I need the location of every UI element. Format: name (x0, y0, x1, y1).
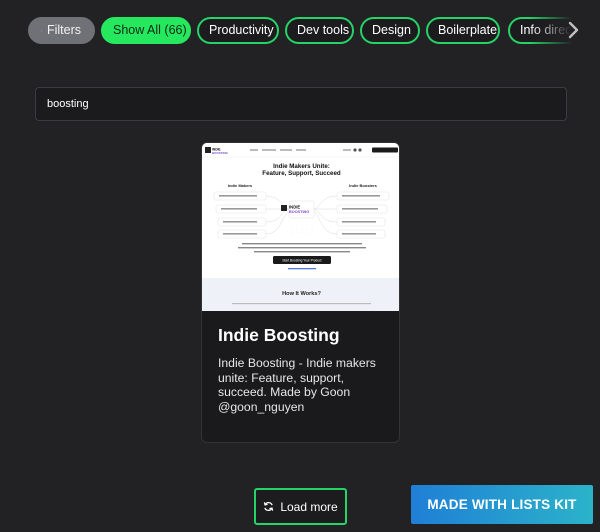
thumbnail-screenshot: INDIE BOOSTING Indie Makers Unite: Featu… (202, 143, 399, 311)
thumb-right-heading: Indie Boosters (349, 183, 378, 188)
thumb-left-heading: Indie Makers (228, 183, 253, 188)
svg-text:BOOSTING: BOOSTING (289, 210, 309, 214)
card-thumbnail[interactable]: INDIE BOOSTING Indie Makers Unite: Featu… (202, 143, 399, 311)
svg-text:INDIE: INDIE (289, 205, 300, 210)
thumb-headline-2: Feature, Support, Succeed (262, 170, 341, 177)
product-card[interactable]: INDIE BOOSTING Indie Makers Unite: Featu… (201, 142, 400, 443)
filters-label: Filters (46, 23, 81, 37)
filter-bar: Filters Show All (66) Productivity Dev t… (28, 16, 600, 46)
chevron-right-icon[interactable] (566, 21, 580, 39)
filters-button[interactable]: Filters (28, 17, 95, 44)
search-input[interactable]: boosting (35, 87, 567, 121)
load-more-label: Load more (280, 499, 338, 514)
thumb-section-title: How It Works? (282, 291, 321, 297)
card-title[interactable]: Indie Boosting (218, 325, 340, 346)
chip-dev-tools[interactable]: Dev tools (285, 17, 354, 44)
thumb-logo-2: BOOSTING (212, 151, 229, 155)
chip-design[interactable]: Design (360, 17, 420, 44)
refresh-icon (264, 501, 274, 512)
thumb-headline-1: Indie Makers Unite: (273, 163, 330, 170)
chip-productivity[interactable]: Productivity (197, 17, 279, 44)
chip-boilerplate[interactable]: Boilerplate (426, 17, 500, 44)
made-with-badge[interactable]: MADE WITH LISTS KIT (411, 485, 593, 524)
thumb-cta: Start Boosting Your Product (282, 259, 321, 263)
search-value: boosting (47, 98, 89, 110)
card-description: Indie Boosting - Indie makers unite: Fea… (218, 356, 376, 414)
scroll-fade (530, 16, 600, 46)
sliders-icon (41, 30, 42, 31)
load-more-button[interactable]: Load more (254, 488, 347, 525)
chip-show-all[interactable]: Show All (66) (101, 17, 191, 44)
